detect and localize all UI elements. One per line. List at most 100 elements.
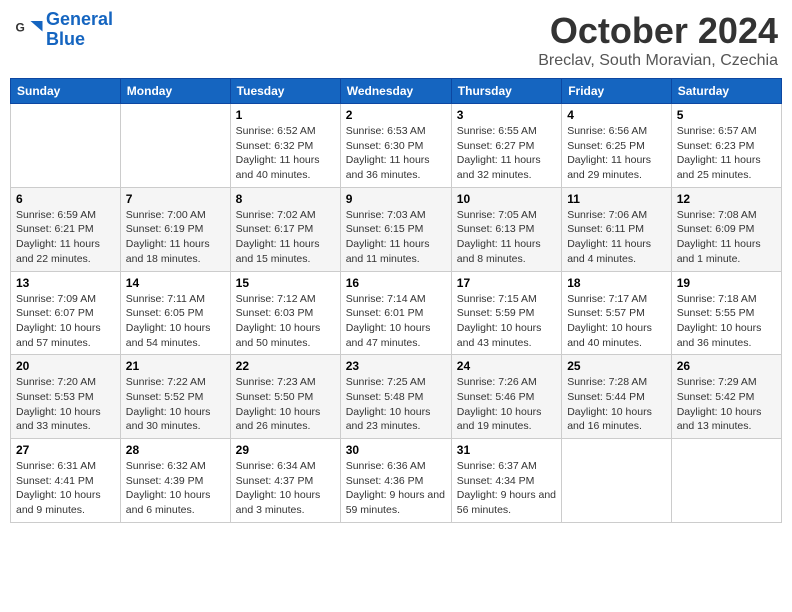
calendar-cell: 14Sunrise: 7:11 AM Sunset: 6:05 PM Dayli…	[120, 271, 230, 355]
day-number: 31	[457, 443, 556, 457]
day-number: 7	[126, 192, 225, 206]
day-number: 2	[346, 108, 446, 122]
calendar-cell: 11 Sunrise: 7:06 AM Sunset: 6:11 PM Dayli…	[562, 187, 672, 271]
day-number: 19	[677, 276, 776, 290]
day-info: Sunrise: 6:32 AM Sunset: 4:39 PM Dayligh…	[126, 459, 225, 518]
calendar-cell: 2 Sunrise: 6:53 AM Sunset: 6:30 PM Daylig…	[340, 104, 451, 188]
calendar-cell: 15 Sunrise: 7:12 AM Sunset: 6:03 PM Dayli…	[230, 271, 340, 355]
day-info: Sunrise: 6:31 AM Sunset: 4:41 PM Dayligh…	[16, 459, 115, 518]
calendar-cell: 28Sunrise: 6:32 AM Sunset: 4:39 PM Dayli…	[120, 439, 230, 523]
day-number: 29	[236, 443, 335, 457]
day-number: 23	[346, 359, 446, 373]
svg-text:G: G	[16, 20, 25, 34]
calendar-cell	[562, 439, 672, 523]
day-number: 22	[236, 359, 335, 373]
day-info: Sunrise: 6:34 AM Sunset: 4:37 PM Dayligh…	[236, 459, 335, 518]
calendar-cell: 26 Sunrise: 7:29 AM Sunset: 5:42 PM Dayli…	[671, 355, 781, 439]
day-info: Sunrise: 6:52 AM Sunset: 6:32 PM Dayligh…	[236, 124, 335, 183]
logo-text: General Blue	[46, 10, 113, 50]
day-info: Sunrise: 7:18 AM Sunset: 5:55 PM Dayligh…	[677, 292, 776, 351]
calendar-cell: 27 Sunrise: 6:31 AM Sunset: 4:41 PM Dayli…	[11, 439, 121, 523]
day-number: 1	[236, 108, 335, 122]
calendar-cell: 10Sunrise: 7:05 AM Sunset: 6:13 PM Dayli…	[451, 187, 561, 271]
calendar-cell: 29 Sunrise: 6:34 AM Sunset: 4:37 PM Dayli…	[230, 439, 340, 523]
calendar-cell: 4 Sunrise: 6:56 AM Sunset: 6:25 PM Daylig…	[562, 104, 672, 188]
calendar-week-row: 20 Sunrise: 7:20 AM Sunset: 5:53 PM Dayli…	[11, 355, 782, 439]
day-info: Sunrise: 7:02 AM Sunset: 6:17 PM Dayligh…	[236, 208, 335, 267]
calendar-cell: 22 Sunrise: 7:23 AM Sunset: 5:50 PM Dayli…	[230, 355, 340, 439]
calendar-cell: 17 Sunrise: 7:15 AM Sunset: 5:59 PM Dayli…	[451, 271, 561, 355]
calendar-cell: 20 Sunrise: 7:20 AM Sunset: 5:53 PM Dayli…	[11, 355, 121, 439]
day-info: Sunrise: 6:59 AM Sunset: 6:21 PM Dayligh…	[16, 208, 115, 267]
calendar-cell: 30 Sunrise: 6:36 AM Sunset: 4:36 PM Dayli…	[340, 439, 451, 523]
day-info: Sunrise: 7:26 AM Sunset: 5:46 PM Dayligh…	[457, 375, 556, 434]
day-info: Sunrise: 7:12 AM Sunset: 6:03 PM Dayligh…	[236, 292, 335, 351]
calendar-cell	[120, 104, 230, 188]
day-number: 17	[457, 276, 556, 290]
calendar-week-row: 13Sunrise: 7:09 AM Sunset: 6:07 PM Dayli…	[11, 271, 782, 355]
day-info: Sunrise: 7:23 AM Sunset: 5:50 PM Dayligh…	[236, 375, 335, 434]
day-info: Sunrise: 7:08 AM Sunset: 6:09 PM Dayligh…	[677, 208, 776, 267]
day-number: 20	[16, 359, 115, 373]
calendar-cell: 3Sunrise: 6:55 AM Sunset: 6:27 PM Daylig…	[451, 104, 561, 188]
day-number: 21	[126, 359, 225, 373]
calendar-week-row: 27 Sunrise: 6:31 AM Sunset: 4:41 PM Dayli…	[11, 439, 782, 523]
calendar-cell: 8 Sunrise: 7:02 AM Sunset: 6:17 PM Daylig…	[230, 187, 340, 271]
day-info: Sunrise: 7:17 AM Sunset: 5:57 PM Dayligh…	[567, 292, 666, 351]
calendar-header-row: SundayMondayTuesdayWednesdayThursdayFrid…	[11, 79, 782, 104]
day-header-friday: Friday	[562, 79, 672, 104]
day-info: Sunrise: 6:56 AM Sunset: 6:25 PM Dayligh…	[567, 124, 666, 183]
calendar-cell: 6 Sunrise: 6:59 AM Sunset: 6:21 PM Daylig…	[11, 187, 121, 271]
day-info: Sunrise: 7:15 AM Sunset: 5:59 PM Dayligh…	[457, 292, 556, 351]
calendar-cell: 24 Sunrise: 7:26 AM Sunset: 5:46 PM Dayli…	[451, 355, 561, 439]
logo: G General Blue	[14, 10, 113, 50]
page-header: G General Blue October 2024 Breclav, Sou…	[10, 10, 782, 70]
calendar-cell: 25 Sunrise: 7:28 AM Sunset: 5:44 PM Dayli…	[562, 355, 672, 439]
day-number: 11	[567, 192, 666, 206]
day-header-monday: Monday	[120, 79, 230, 104]
day-info: Sunrise: 6:53 AM Sunset: 6:30 PM Dayligh…	[346, 124, 446, 183]
day-number: 4	[567, 108, 666, 122]
day-number: 18	[567, 276, 666, 290]
day-number: 15	[236, 276, 335, 290]
calendar-cell: 9Sunrise: 7:03 AM Sunset: 6:15 PM Daylig…	[340, 187, 451, 271]
calendar-week-row: 1 Sunrise: 6:52 AM Sunset: 6:32 PM Daylig…	[11, 104, 782, 188]
calendar-table: SundayMondayTuesdayWednesdayThursdayFrid…	[10, 78, 782, 523]
calendar-cell: 31 Sunrise: 6:37 AM Sunset: 4:34 PM Dayli…	[451, 439, 561, 523]
day-header-thursday: Thursday	[451, 79, 561, 104]
calendar-cell	[11, 104, 121, 188]
day-info: Sunrise: 6:37 AM Sunset: 4:34 PM Dayligh…	[457, 459, 556, 518]
day-number: 27	[16, 443, 115, 457]
calendar-cell: 5 Sunrise: 6:57 AM Sunset: 6:23 PM Daylig…	[671, 104, 781, 188]
location: Breclav, South Moravian, Czechia	[538, 52, 778, 70]
day-number: 3	[457, 108, 556, 122]
day-number: 26	[677, 359, 776, 373]
calendar-cell: 13Sunrise: 7:09 AM Sunset: 6:07 PM Dayli…	[11, 271, 121, 355]
logo-line1: General	[46, 9, 113, 29]
calendar-cell: 7Sunrise: 7:00 AM Sunset: 6:19 PM Daylig…	[120, 187, 230, 271]
day-info: Sunrise: 7:06 AM Sunset: 6:11 PM Dayligh…	[567, 208, 666, 267]
day-info: Sunrise: 7:09 AM Sunset: 6:07 PM Dayligh…	[16, 292, 115, 351]
day-header-sunday: Sunday	[11, 79, 121, 104]
title-block: October 2024 Breclav, South Moravian, Cz…	[538, 10, 778, 70]
calendar-cell: 19 Sunrise: 7:18 AM Sunset: 5:55 PM Dayli…	[671, 271, 781, 355]
day-info: Sunrise: 7:28 AM Sunset: 5:44 PM Dayligh…	[567, 375, 666, 434]
day-number: 24	[457, 359, 556, 373]
day-info: Sunrise: 6:36 AM Sunset: 4:36 PM Dayligh…	[346, 459, 446, 518]
day-info: Sunrise: 6:57 AM Sunset: 6:23 PM Dayligh…	[677, 124, 776, 183]
calendar-cell: 12Sunrise: 7:08 AM Sunset: 6:09 PM Dayli…	[671, 187, 781, 271]
day-number: 5	[677, 108, 776, 122]
day-number: 6	[16, 192, 115, 206]
day-number: 9	[346, 192, 446, 206]
day-info: Sunrise: 7:05 AM Sunset: 6:13 PM Dayligh…	[457, 208, 556, 267]
calendar-cell: 23Sunrise: 7:25 AM Sunset: 5:48 PM Dayli…	[340, 355, 451, 439]
day-number: 8	[236, 192, 335, 206]
day-info: Sunrise: 7:20 AM Sunset: 5:53 PM Dayligh…	[16, 375, 115, 434]
calendar-cell: 1 Sunrise: 6:52 AM Sunset: 6:32 PM Daylig…	[230, 104, 340, 188]
day-info: Sunrise: 7:29 AM Sunset: 5:42 PM Dayligh…	[677, 375, 776, 434]
day-number: 30	[346, 443, 446, 457]
calendar-cell: 16Sunrise: 7:14 AM Sunset: 6:01 PM Dayli…	[340, 271, 451, 355]
day-number: 25	[567, 359, 666, 373]
day-header-tuesday: Tuesday	[230, 79, 340, 104]
month-title: October 2024	[538, 10, 778, 52]
